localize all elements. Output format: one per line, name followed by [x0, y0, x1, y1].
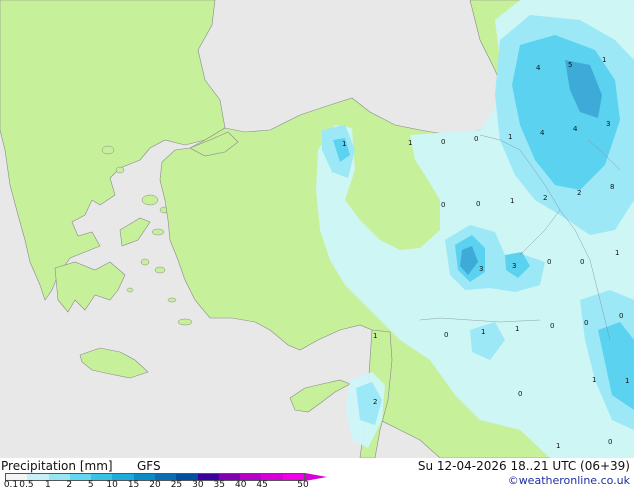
color-scale-tick-label: 45 [256, 480, 268, 490]
color-scale-arrow [305, 473, 327, 481]
color-scale-ticks: 0.1 0.5 1 2 5 10 15 20 25 30 35 40 45 50 [0, 481, 634, 490]
color-scale-tick-label: 0.5 [19, 480, 34, 490]
value-label: 0 [444, 331, 448, 339]
color-scale-tick-label: 25 [170, 480, 183, 490]
color-scale-tick-label: 30 [192, 480, 204, 490]
model-name: GFS [137, 459, 161, 473]
value-label: 1 [556, 442, 560, 450]
value-label: 1 [508, 133, 512, 141]
value-label: 1 [602, 56, 606, 64]
product-title: Precipitation [mm] [1, 459, 113, 473]
value-label: 1 [615, 249, 619, 257]
value-label: 0 [608, 438, 612, 446]
value-label: 1 [408, 139, 412, 147]
color-scale-tick-label: 20 [149, 480, 161, 490]
value-label: 3 [512, 262, 516, 270]
value-label: 2 [373, 398, 377, 406]
value-label: 1 [342, 140, 346, 148]
value-label: 0 [580, 258, 584, 266]
value-label: 3 [479, 265, 483, 273]
value-label: 1 [481, 328, 485, 336]
color-scale-tick-label: 15 [127, 480, 140, 490]
value-label: 0 [550, 322, 554, 330]
value-label: 1 [625, 377, 629, 385]
value-label: 0 [474, 135, 478, 143]
value-label: 0 [518, 390, 522, 398]
value-label: 1 [592, 376, 596, 384]
value-label: 0 [441, 138, 445, 146]
value-label: 0 [584, 319, 588, 327]
color-scale-tick-label: 50 [297, 480, 309, 490]
value-label: 4 [540, 129, 545, 137]
value-label: 1 [373, 332, 377, 340]
color-scale-tick-label: 10 [106, 480, 118, 490]
value-label: 0 [547, 258, 551, 266]
value-label: 4 [536, 64, 541, 72]
value-label: 3 [606, 120, 610, 128]
value-label: 2 [577, 189, 581, 197]
validity-time: Su 12-04-2026 18..21 UTC (06+39) [417, 459, 630, 473]
value-label: 0 [441, 201, 445, 209]
value-label: 0 [476, 200, 480, 208]
value-label: 0 [619, 312, 623, 320]
value-label: 1 [515, 325, 519, 333]
precipitation-map: 1 4 5 1 1 4 4 3 1 0 0 0 2 2 8 0 0 1 3 3 … [0, 0, 634, 458]
value-label: 8 [610, 183, 614, 191]
value-label: 1 [510, 197, 514, 205]
color-scale-tick-label: 2 [66, 480, 73, 490]
value-label: 4 [573, 125, 578, 133]
value-label: 5 [568, 61, 572, 69]
color-scale-tick-label: 1 [44, 480, 51, 490]
value-label: 2 [543, 194, 547, 202]
color-scale-tick-label: 35 [213, 480, 226, 490]
color-scale-tick-label: 5 [87, 480, 94, 490]
color-scale-tick-label: 40 [234, 480, 247, 490]
color-scale-tick-label: 0.1 [3, 480, 19, 490]
